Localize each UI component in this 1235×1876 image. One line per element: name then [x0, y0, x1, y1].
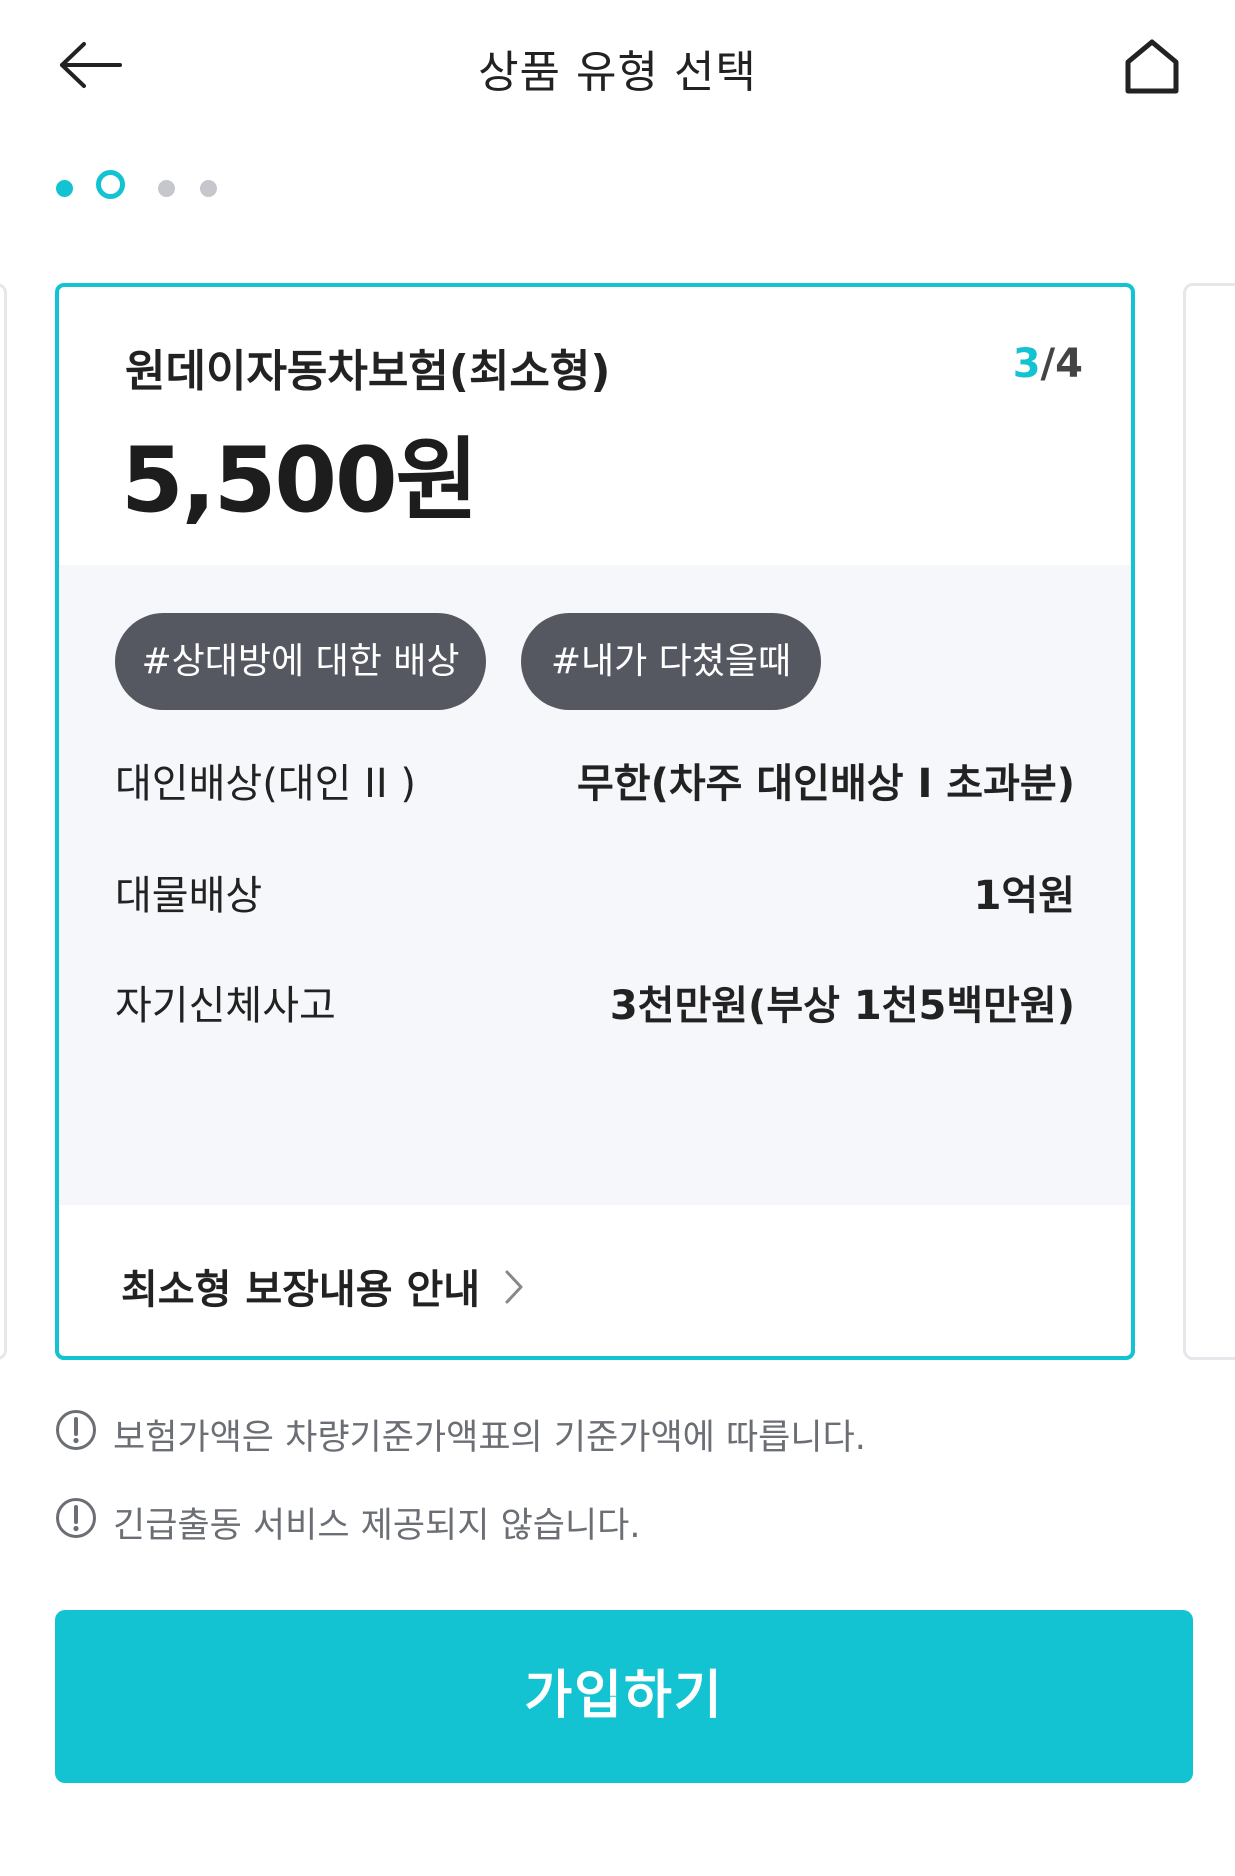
app-header: 상품 유형 선택: [0, 0, 1235, 130]
page-separator: /: [1040, 341, 1056, 387]
pager-dot-3[interactable]: [158, 180, 175, 197]
home-button[interactable]: [1124, 38, 1180, 96]
product-card[interactable]: 원데이자동차보험(최소형) 3/4 5,500원 #상대방에 대한 배상 #내가…: [55, 283, 1135, 1360]
coverage-label: 대물배상: [115, 873, 263, 919]
next-product-card[interactable]: [1183, 283, 1235, 1360]
exclamation-circle-icon: [55, 1497, 97, 1539]
coverage-label: 자기신체사고: [115, 983, 336, 1029]
total-page-number: 4: [1055, 341, 1083, 387]
coverage-value: 1억원: [973, 873, 1075, 919]
notice-text: 보험가액은 차량기준가액표의 기준가액에 따릅니다.: [113, 1418, 866, 1458]
exclamation-circle-icon: [55, 1409, 97, 1451]
carousel-pager: [54, 170, 254, 206]
pager-dot-1[interactable]: [56, 180, 73, 197]
coverage-guide-link[interactable]: 최소형 보장내용 안내: [121, 1257, 524, 1315]
coverage-row: 대인배상(대인 II ) 무한(차주 대인배상 I 초과분): [115, 751, 1075, 811]
notice-text: 긴급출동 서비스 제공되지 않습니다.: [113, 1506, 641, 1546]
product-price: 5,500원: [121, 428, 478, 533]
current-page-number: 3: [1012, 341, 1041, 387]
tag-third-party-compensation[interactable]: #상대방에 대한 배상: [115, 613, 486, 710]
coverage-row: 대물배상 1억원: [115, 863, 1075, 923]
notice-item: 보험가액은 차량기준가액표의 기준가액에 따릅니다.: [55, 1405, 1155, 1458]
pager-dot-4[interactable]: [200, 180, 217, 197]
coverage-guide-label: 최소형 보장내용 안내: [121, 1267, 481, 1313]
card-page-indicator: 3/4: [1013, 341, 1083, 387]
product-name: 원데이자동차보험(최소형): [125, 346, 611, 397]
chevron-right-icon: [504, 1269, 524, 1315]
coverage-row: 자기신체사고 3천만원(부상 1천5백만원): [115, 973, 1075, 1033]
home-icon: [1125, 39, 1179, 94]
join-button[interactable]: 가입하기: [55, 1610, 1193, 1783]
coverage-label: 대인배상(대인 II ): [115, 761, 417, 807]
coverage-details: #상대방에 대한 배상 #내가 다쳤을때 대인배상(대인 II ) 무한(차주 …: [59, 565, 1131, 1205]
coverage-value: 3천만원(부상 1천5백만원): [609, 983, 1075, 1029]
page-title: 상품 유형 선택: [478, 47, 757, 98]
previous-product-card[interactable]: [0, 283, 7, 1360]
pager-dot-2-active[interactable]: [96, 170, 125, 199]
coverage-value: 무한(차주 대인배상 I 초과분): [576, 761, 1075, 807]
notice-item: 긴급출동 서비스 제공되지 않습니다.: [55, 1493, 1155, 1546]
tag-self-injury[interactable]: #내가 다쳤을때: [521, 613, 821, 710]
